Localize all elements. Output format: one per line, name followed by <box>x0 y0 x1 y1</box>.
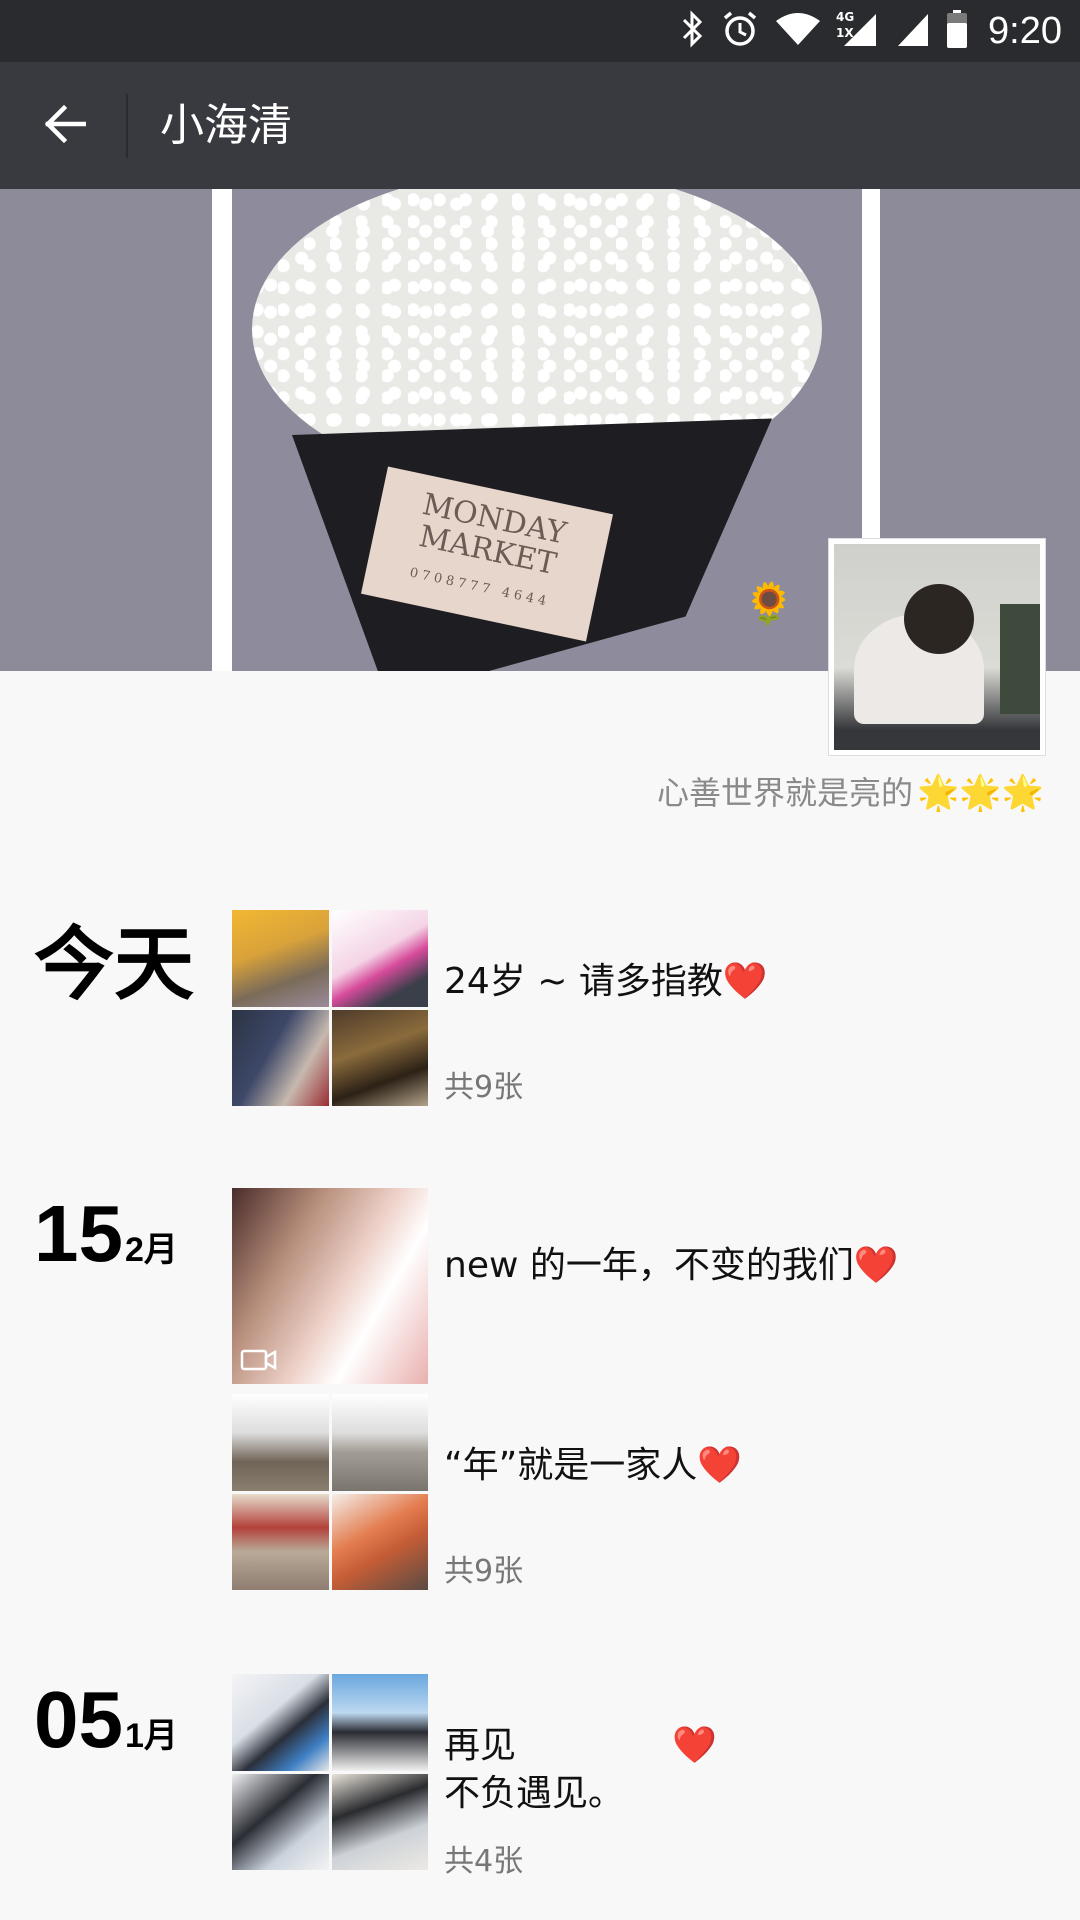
avatar[interactable] <box>828 538 1046 756</box>
post-thumbnail[interactable] <box>232 1674 428 1870</box>
date-day: 05 <box>34 1675 123 1764</box>
post-caption: new 的一年，不变的我们 <box>444 1245 854 1286</box>
photo-snow-3 <box>232 1773 329 1870</box>
post-caption: 再见 不负遇见。 <box>444 1725 625 1814</box>
post-text[interactable]: 24岁 ~ 请多指教❤️ <box>444 910 768 1006</box>
heart-icon: ❤️ <box>697 1445 743 1486</box>
back-button[interactable] <box>30 92 98 160</box>
bluetooth-icon <box>680 10 706 52</box>
photo-count: 共4张 <box>444 1844 524 1879</box>
photo-scarf <box>331 1493 428 1590</box>
photo-count: 共9张 <box>444 1554 524 1589</box>
thumb-grid <box>232 1674 428 1870</box>
photo-trees <box>232 1394 329 1491</box>
post-text[interactable]: new 的一年，不变的我们❤️ <box>444 1194 899 1290</box>
post-text[interactable]: 再见 不负遇见。 ❤️ <box>444 1674 717 1818</box>
signature-text: 心善世界就是亮的 <box>656 774 913 812</box>
photo-hat <box>232 1009 329 1106</box>
video-thumbnail[interactable] <box>232 1188 428 1384</box>
status-time: 9:20 <box>988 9 1062 52</box>
photo-door <box>232 1493 329 1590</box>
heart-icon: ❤️ <box>672 1725 717 1766</box>
sunflower-icon: 🌻 <box>744 581 794 627</box>
network-type-label: 4G <box>836 10 855 24</box>
arrow-left-icon <box>42 104 87 148</box>
photo-snow-4 <box>331 1773 428 1870</box>
status-icons: 4G 1X 9:20 <box>680 0 1062 62</box>
thumb-grid <box>232 910 428 1106</box>
avatar-hair <box>904 584 974 654</box>
date-month: 1月 <box>124 1717 178 1755</box>
photo-tea <box>331 1009 428 1106</box>
photo-sunflowers <box>232 910 329 1007</box>
date-month: 2月 <box>124 1231 178 1269</box>
title-divider <box>126 94 128 158</box>
cellular-signal-icon: 4G 1X <box>836 10 880 52</box>
timeline-entry: 051月 再见 不负遇见。 ❤️ 共4张 <box>0 1674 1080 1879</box>
status-bar: 4G 1X 9:20 <box>0 0 1080 62</box>
post-thumbnail[interactable] <box>232 910 428 1106</box>
cellular-signal-icon <box>894 10 932 52</box>
avatar-photo <box>834 544 1040 750</box>
star-icon: 🌟🌟🌟 <box>916 773 1044 813</box>
post-caption: 24岁 ~ 请多指教 <box>444 961 723 1002</box>
heart-icon: ❤️ <box>853 1245 899 1286</box>
title-bar: 小海清 <box>0 62 1080 189</box>
date-label: 152月 <box>34 1188 178 1280</box>
sim-label: 1X <box>836 26 854 40</box>
date-label: 051月 <box>34 1674 178 1766</box>
wifi-icon <box>774 11 822 51</box>
battery-icon <box>946 9 968 53</box>
post-caption: “年”就是一家人 <box>444 1445 698 1486</box>
heart-icon: ❤️ <box>722 961 768 1002</box>
timeline-entry: 152月 new 的一年，不变的我们❤️ “年”就是一家人❤️ 共9张 <box>0 1188 1080 1598</box>
date-label: 今天 <box>34 918 194 1011</box>
post-thumbnail[interactable] <box>232 1394 428 1590</box>
photo-balloon <box>331 910 428 1007</box>
avatar-bg-tree <box>1000 604 1040 714</box>
timeline-entry: 今天 24岁 ~ 请多指教❤️ 共9张 <box>0 900 1080 1120</box>
alarm-icon <box>720 9 760 53</box>
photo-snow-2 <box>331 1674 428 1771</box>
photo-count: 共9张 <box>444 1070 524 1105</box>
profile-signature: 心善世界就是亮的 🌟🌟🌟 <box>657 768 1044 818</box>
page-title: 小海清 <box>160 100 292 151</box>
date-day: 15 <box>34 1189 123 1278</box>
photo-court <box>331 1394 428 1491</box>
post-text[interactable]: “年”就是一家人❤️ <box>444 1394 742 1490</box>
thumb-grid <box>232 1394 428 1590</box>
video-icon <box>240 1348 278 1376</box>
photo-snow-1 <box>232 1674 329 1771</box>
